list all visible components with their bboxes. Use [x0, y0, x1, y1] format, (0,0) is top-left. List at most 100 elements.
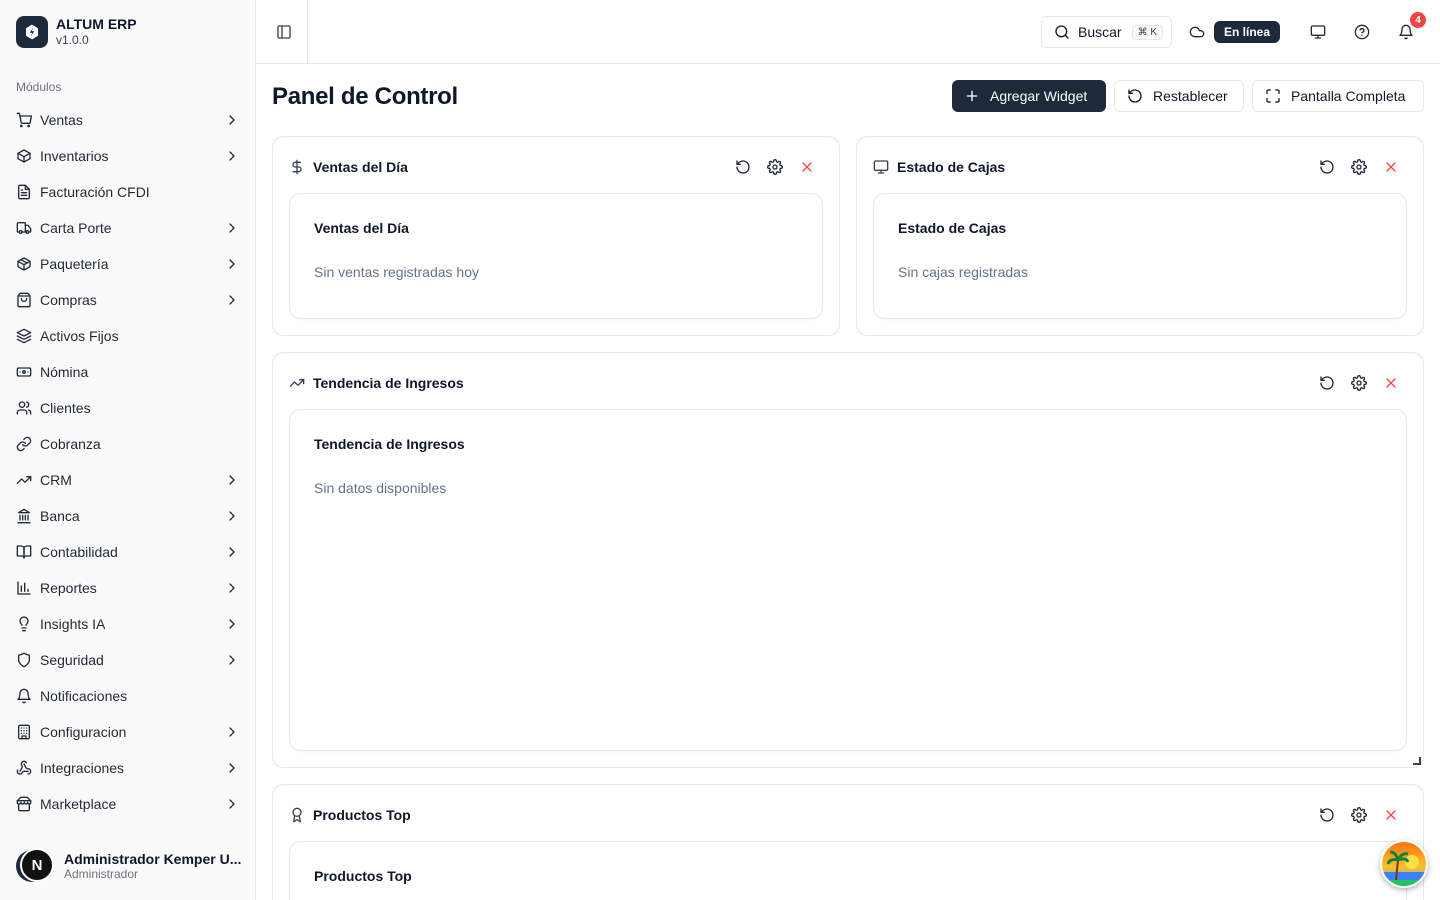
widget-top-products[interactable]: Productos Top Productos Top: [272, 784, 1424, 900]
shopping-bag-icon: [16, 292, 32, 308]
widget-content-title: Ventas del Día: [314, 220, 409, 236]
fullscreen-label: Pantalla Completa: [1291, 88, 1406, 104]
assistant-avatar-button[interactable]: [1380, 840, 1428, 888]
store-icon: [16, 796, 32, 812]
layers-icon: [16, 328, 32, 344]
brand-logo-icon: [16, 16, 48, 48]
close-icon[interactable]: [1375, 157, 1407, 177]
user-role: Administrador: [64, 867, 139, 881]
sidebar-item-nomina[interactable]: Nómina: [8, 354, 248, 390]
sidebar-item-contabilidad[interactable]: Contabilidad: [8, 534, 248, 570]
sidebar-item-banca[interactable]: Banca: [8, 498, 248, 534]
sidebar-item-label: Reportes: [40, 580, 97, 596]
chevron-right-icon: [224, 508, 240, 524]
help-icon[interactable]: [1354, 24, 1370, 40]
close-icon[interactable]: [1375, 805, 1407, 825]
sidebar-section-label: Módulos: [16, 80, 62, 94]
chevron-right-icon: [224, 472, 240, 488]
sidebar-item-cobranza[interactable]: Cobranza: [8, 426, 248, 462]
landmark-icon: [16, 508, 32, 524]
sidebar-item-insights-ia[interactable]: Insights IA: [8, 606, 248, 642]
brand[interactable]: ALTUM ERP v1.0.0: [16, 16, 137, 48]
user-menu[interactable]: N Administrador Kemper U... Administrado…: [0, 832, 255, 900]
settings-icon[interactable]: [1343, 373, 1375, 393]
page-title: Panel de Control: [272, 83, 458, 110]
empty-state-text: Sin cajas registradas: [898, 264, 1028, 280]
widget-cash[interactable]: Estado de Cajas Estado de Cajas Sin caja…: [856, 136, 1424, 336]
fullscreen-button[interactable]: Pantalla Completa: [1252, 80, 1424, 112]
refresh-icon[interactable]: [727, 157, 759, 177]
avatar: N: [16, 848, 54, 882]
sidebar-item-compras[interactable]: Compras: [8, 282, 248, 318]
reset-label: Restablecer: [1153, 88, 1228, 104]
close-icon[interactable]: [1375, 373, 1407, 393]
widget-content-card: Ventas del Día Sin ventas registradas ho…: [289, 193, 823, 319]
sidebar-item-clientes[interactable]: Clientes: [8, 390, 248, 426]
widget-title: Ventas del Día: [313, 159, 408, 175]
sidebar-item-label: Banca: [40, 508, 80, 524]
settings-icon[interactable]: [1343, 157, 1375, 177]
monitor-icon[interactable]: [1310, 24, 1326, 40]
topbar-divider: [307, 0, 308, 64]
plus-icon: [964, 88, 980, 104]
settings-icon[interactable]: [759, 157, 791, 177]
sidebar-item-marketplace[interactable]: Marketplace: [8, 786, 248, 822]
sidebar-item-reportes[interactable]: Reportes: [8, 570, 248, 606]
link-icon: [16, 436, 32, 452]
sidebar-item-configuracion[interactable]: Configuracion: [8, 714, 248, 750]
sidebar-item-seguridad[interactable]: Seguridad: [8, 642, 248, 678]
sidebar-item-carta-porte[interactable]: Carta Porte: [8, 210, 248, 246]
sidebar-item-label: Inventarios: [40, 148, 109, 164]
sidebar-item-label: Facturación CFDI: [40, 184, 150, 200]
widget-title: Estado de Cajas: [897, 159, 1006, 175]
brand-name: ALTUM ERP: [56, 16, 137, 32]
cart-icon: [16, 112, 32, 128]
sidebar-item-label: Marketplace: [40, 796, 117, 812]
box-icon: [16, 256, 32, 272]
sidebar-nav: Ventas Inventarios Facturación CFDI Cart…: [8, 102, 248, 822]
add-widget-label: Agregar Widget: [990, 88, 1088, 104]
search-button[interactable]: Buscar ⌘ K: [1041, 16, 1172, 48]
refresh-icon[interactable]: [1311, 805, 1343, 825]
brand-version: v1.0.0: [56, 33, 89, 47]
sidebar-item-label: Compras: [40, 292, 97, 308]
refresh-icon[interactable]: [1311, 373, 1343, 393]
sidebar-item-inventarios[interactable]: Inventarios: [8, 138, 248, 174]
widget-content-card: Tendencia de Ingresos Sin datos disponib…: [289, 409, 1407, 751]
bell-icon[interactable]: [1398, 24, 1414, 40]
sidebar-item-label: Integraciones: [40, 760, 125, 776]
topbar: Buscar ⌘ K En línea 4: [256, 0, 1440, 64]
notification-count-badge: 4: [1410, 12, 1426, 28]
sidebar-toggle-button[interactable]: [272, 20, 296, 44]
chevron-right-icon: [224, 580, 240, 596]
banknote-icon: [16, 364, 32, 380]
chevron-right-icon: [224, 796, 240, 812]
sidebar-item-paqueteria[interactable]: Paquetería: [8, 246, 248, 282]
sidebar-item-notificaciones[interactable]: Notificaciones: [8, 678, 248, 714]
sidebar-item-label: Ventas: [40, 112, 83, 128]
empty-state-text: Sin ventas registradas hoy: [314, 264, 479, 280]
sidebar-item-label: Configuracion: [40, 724, 127, 740]
file-text-icon: [16, 184, 32, 200]
sidebar-item-integraciones[interactable]: Integraciones: [8, 750, 248, 786]
close-icon[interactable]: [791, 157, 823, 177]
sidebar-item-activos-fijos[interactable]: Activos Fijos: [8, 318, 248, 354]
refresh-icon[interactable]: [1311, 157, 1343, 177]
chevron-right-icon: [224, 220, 240, 236]
add-widget-button[interactable]: Agregar Widget: [952, 80, 1106, 112]
truck-icon: [16, 220, 32, 236]
sidebar-item-crm[interactable]: CRM: [8, 462, 248, 498]
sidebar-item-ventas[interactable]: Ventas: [8, 102, 248, 138]
sidebar: ALTUM ERP v1.0.0 Módulos Ventas Inventar…: [0, 0, 256, 900]
webhook-icon: [16, 760, 32, 776]
reset-button[interactable]: Restablecer: [1114, 80, 1244, 112]
panel-left-icon: [276, 24, 292, 40]
widget-revenue-trend[interactable]: Tendencia de Ingresos Tendencia de Ingre…: [272, 352, 1424, 768]
chevron-right-icon: [224, 148, 240, 164]
widget-sales[interactable]: Ventas del Día Ventas del Día Sin ventas…: [272, 136, 840, 336]
settings-icon[interactable]: [1343, 805, 1375, 825]
sidebar-item-facturacion[interactable]: Facturación CFDI: [8, 174, 248, 210]
sidebar-item-label: Contabilidad: [40, 544, 118, 560]
sidebar-item-label: CRM: [40, 472, 72, 488]
resize-handle[interactable]: [1413, 757, 1421, 765]
